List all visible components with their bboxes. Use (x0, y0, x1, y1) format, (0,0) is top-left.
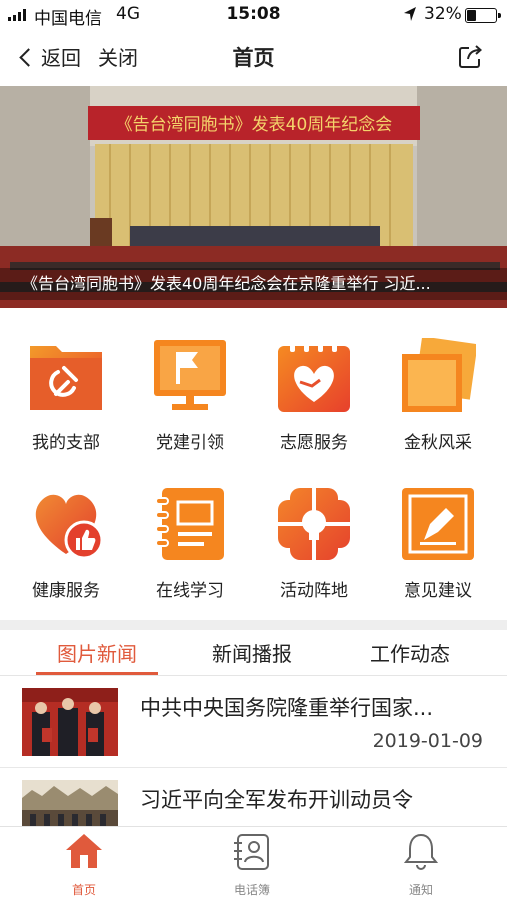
function-grid: 我的支部 党建引领 志愿服务 金秋风采 健康服务 在线学习 活动阵地 意见建议 (0, 316, 507, 616)
battery-icon (465, 8, 501, 23)
grid-item-label: 意见建议 (404, 581, 472, 601)
home-icon (66, 834, 102, 868)
grid-item-label: 在线学习 (156, 581, 224, 601)
grid-item-volunteer[interactable]: 志愿服务 (252, 338, 376, 453)
grid-item-label: 健康服务 (32, 581, 100, 601)
tabbar-notifications[interactable]: 通知 (361, 831, 481, 898)
tab-work-updates[interactable]: 工作动态 (340, 638, 480, 667)
news-title: 中共中央国务院隆重举行国家... (140, 696, 434, 720)
tabbar-contacts[interactable]: 电话簿 (192, 831, 312, 898)
tabbar-home[interactable]: 首页 (24, 831, 144, 898)
tabbar-label: 首页 (71, 883, 96, 897)
banner-carousel[interactable]: 《告台湾同胞书》发表40周年纪念会 《告台湾同胞书》发表40周年纪念会在京隆重举… (0, 86, 507, 308)
grid-item-party-building[interactable]: 党建引领 (128, 338, 252, 453)
banner-caption: 《告台湾同胞书》发表40周年纪念会在京隆重举行 习近... (0, 268, 507, 300)
grid-item-golden-autumn[interactable]: 金秋风采 (376, 336, 500, 453)
grid-item-label: 金秋风采 (404, 433, 472, 453)
grid-item-online-learning[interactable]: 在线学习 (128, 486, 252, 601)
notebook-icon (155, 488, 224, 560)
pen-note-icon (402, 488, 474, 560)
news-thumbnail (22, 780, 118, 826)
grid-item-label: 我的支部 (32, 433, 100, 453)
battery-percent: 32% (424, 4, 462, 24)
tabbar-label: 通知 (408, 883, 433, 897)
section-divider (0, 620, 507, 630)
list-item[interactable]: 中共中央国务院隆重举行国家... 2019-01-09 (0, 676, 507, 768)
page-title: 首页 (232, 46, 275, 70)
share-icon[interactable] (457, 44, 483, 70)
party-folder-icon (30, 346, 102, 410)
status-bar: 中国电信 4G 15:08 32% (0, 0, 507, 30)
heart-thumbs-up-icon (35, 494, 104, 560)
grid-item-label: 志愿服务 (280, 433, 348, 453)
flag-monitor-icon (154, 340, 226, 410)
heart-hand-calendar-icon (278, 340, 350, 412)
grid-item-health[interactable]: 健康服务 (4, 486, 128, 601)
active-tab-indicator (36, 672, 158, 675)
tab-picture-news[interactable]: 图片新闻 (27, 638, 167, 667)
bottom-tab-bar: 首页 电话簿 通知 (0, 826, 507, 900)
grid-item-label: 党建引领 (156, 433, 224, 453)
contacts-icon (234, 834, 269, 870)
news-title: 习近平向全军发布开训动员令 (140, 788, 413, 812)
banner-headline: 《告台湾同胞书》发表40周年纪念会 (116, 114, 393, 135)
grid-item-label: 活动阵地 (280, 581, 348, 601)
location-arrow-icon (404, 7, 416, 21)
nav-bar: 返回 关闭 首页 (0, 30, 507, 84)
flower-bulb-icon (276, 486, 352, 562)
grid-item-suggestions[interactable]: 意见建议 (376, 486, 500, 601)
news-tabs: 图片新闻 新闻播报 工作动态 (0, 630, 507, 676)
list-item[interactable]: 习近平向全军发布开训动员令 (0, 768, 507, 826)
tab-news-broadcast[interactable]: 新闻播报 (182, 638, 322, 667)
bell-icon (403, 833, 439, 870)
tabbar-label: 电话簿 (233, 883, 270, 897)
photo-frames-icon (402, 336, 478, 412)
grid-item-activity-venue[interactable]: 活动阵地 (252, 486, 376, 601)
grid-item-my-branch[interactable]: 我的支部 (4, 338, 128, 453)
news-date: 2019-01-09 (372, 730, 483, 752)
news-thumbnail (22, 688, 118, 756)
